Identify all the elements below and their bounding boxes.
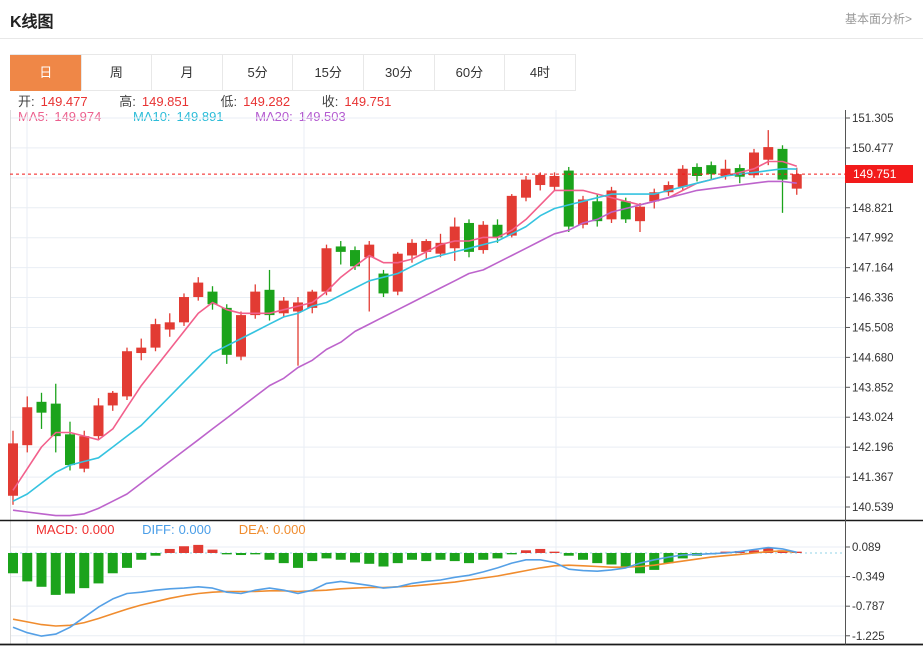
svg-text:148.821: 148.821 <box>852 203 894 215</box>
tab-month[interactable]: 月 <box>151 55 222 91</box>
tab-day[interactable]: 日 <box>10 55 81 91</box>
candle <box>151 319 161 352</box>
candle <box>236 311 246 360</box>
ma5-line <box>13 162 797 491</box>
svg-text:0.089: 0.089 <box>852 542 881 554</box>
svg-text:143.852: 143.852 <box>852 382 894 394</box>
open-value: 149.477 <box>41 94 88 109</box>
open-label: 开: <box>18 94 35 109</box>
candle <box>364 241 374 311</box>
candle <box>450 218 460 261</box>
svg-text:144.680: 144.680 <box>852 352 894 364</box>
tab-15min[interactable]: 15分 <box>292 55 363 91</box>
candle <box>122 348 132 400</box>
candle <box>649 189 659 209</box>
candle <box>108 391 118 411</box>
svg-text:145.508: 145.508 <box>852 322 894 334</box>
candle <box>51 384 61 453</box>
tab-60min[interactable]: 60分 <box>434 55 505 91</box>
price-axis-labels: 151.305150.477149.648148.821147.992147.1… <box>845 113 894 643</box>
candle <box>664 181 674 195</box>
tab-week[interactable]: 周 <box>81 55 152 91</box>
low-value: 149.282 <box>243 94 290 109</box>
candle <box>792 168 802 195</box>
diff-label: DIFF: <box>142 522 175 537</box>
macd-histogram <box>8 545 802 595</box>
candle <box>550 172 560 190</box>
svg-text:147.992: 147.992 <box>852 233 894 245</box>
candle <box>607 187 617 223</box>
candle <box>692 163 702 181</box>
svg-text:143.024: 143.024 <box>852 412 894 424</box>
svg-text:-1.225: -1.225 <box>852 631 885 643</box>
candle <box>37 393 47 429</box>
ma20-line <box>13 181 797 515</box>
candle <box>379 270 389 297</box>
svg-text:147.164: 147.164 <box>852 263 894 275</box>
candle <box>464 219 474 257</box>
tab-4hour[interactable]: 4时 <box>504 55 575 91</box>
ohlc-readout: 开: 149.477 高: 149.851 低: 149.282 收: 149.751 <box>18 91 397 110</box>
page-title: K线图 <box>10 8 54 32</box>
diff-value: 0.000 <box>179 522 212 537</box>
kline-chart-area[interactable]: 151.305150.477149.648148.821147.992147.1… <box>0 110 923 648</box>
candle <box>65 422 75 471</box>
macd-value: 0.000 <box>82 522 115 537</box>
svg-text:146.336: 146.336 <box>852 293 894 305</box>
candle <box>94 398 104 440</box>
svg-text:-0.787: -0.787 <box>852 601 885 613</box>
candle <box>635 203 645 232</box>
macd-label: MACD: <box>36 522 78 537</box>
tab-30min[interactable]: 30分 <box>363 55 434 91</box>
tab-5min[interactable]: 5分 <box>222 55 293 91</box>
candle <box>706 162 716 180</box>
ma10-line <box>13 169 797 501</box>
close-value: 149.751 <box>344 94 391 109</box>
candle <box>564 167 574 232</box>
candle <box>179 293 189 326</box>
candle <box>421 239 431 259</box>
high-value: 149.851 <box>142 94 189 109</box>
grid-lines <box>10 110 845 645</box>
macd-legend: MACD: 0.000 DIFF: 0.000 DEA: 0.000 <box>36 522 310 537</box>
svg-text:141.367: 141.367 <box>852 472 894 484</box>
period-tab-bar: 日 周 月 5分 15分 30分 60分 4时 <box>10 54 576 91</box>
candle <box>763 130 773 165</box>
low-label: 低: <box>221 94 238 109</box>
svg-text:151.305: 151.305 <box>852 113 894 125</box>
candle <box>778 145 788 213</box>
svg-text:140.539: 140.539 <box>852 502 894 514</box>
close-label: 收: <box>322 94 339 109</box>
candle <box>222 304 232 364</box>
svg-text:150.477: 150.477 <box>852 143 894 155</box>
candle <box>8 431 18 505</box>
high-label: 高: <box>119 94 136 109</box>
candle <box>22 396 32 452</box>
page-header: K线图 基本面分析> <box>0 0 923 39</box>
candle <box>336 241 346 264</box>
candle <box>521 176 531 201</box>
candle <box>279 297 289 317</box>
candle <box>165 313 175 336</box>
fundamental-analysis-link[interactable]: 基本面分析> <box>845 10 912 27</box>
current-price-tag: 149.751 <box>845 165 913 183</box>
kline-chart-canvas[interactable]: 151.305150.477149.648148.821147.992147.1… <box>0 110 923 648</box>
svg-text:142.196: 142.196 <box>852 442 894 454</box>
candle <box>535 172 545 190</box>
dea-value: 0.000 <box>273 522 306 537</box>
dea-label: DEA: <box>239 522 269 537</box>
svg-text:-0.349: -0.349 <box>852 572 885 584</box>
